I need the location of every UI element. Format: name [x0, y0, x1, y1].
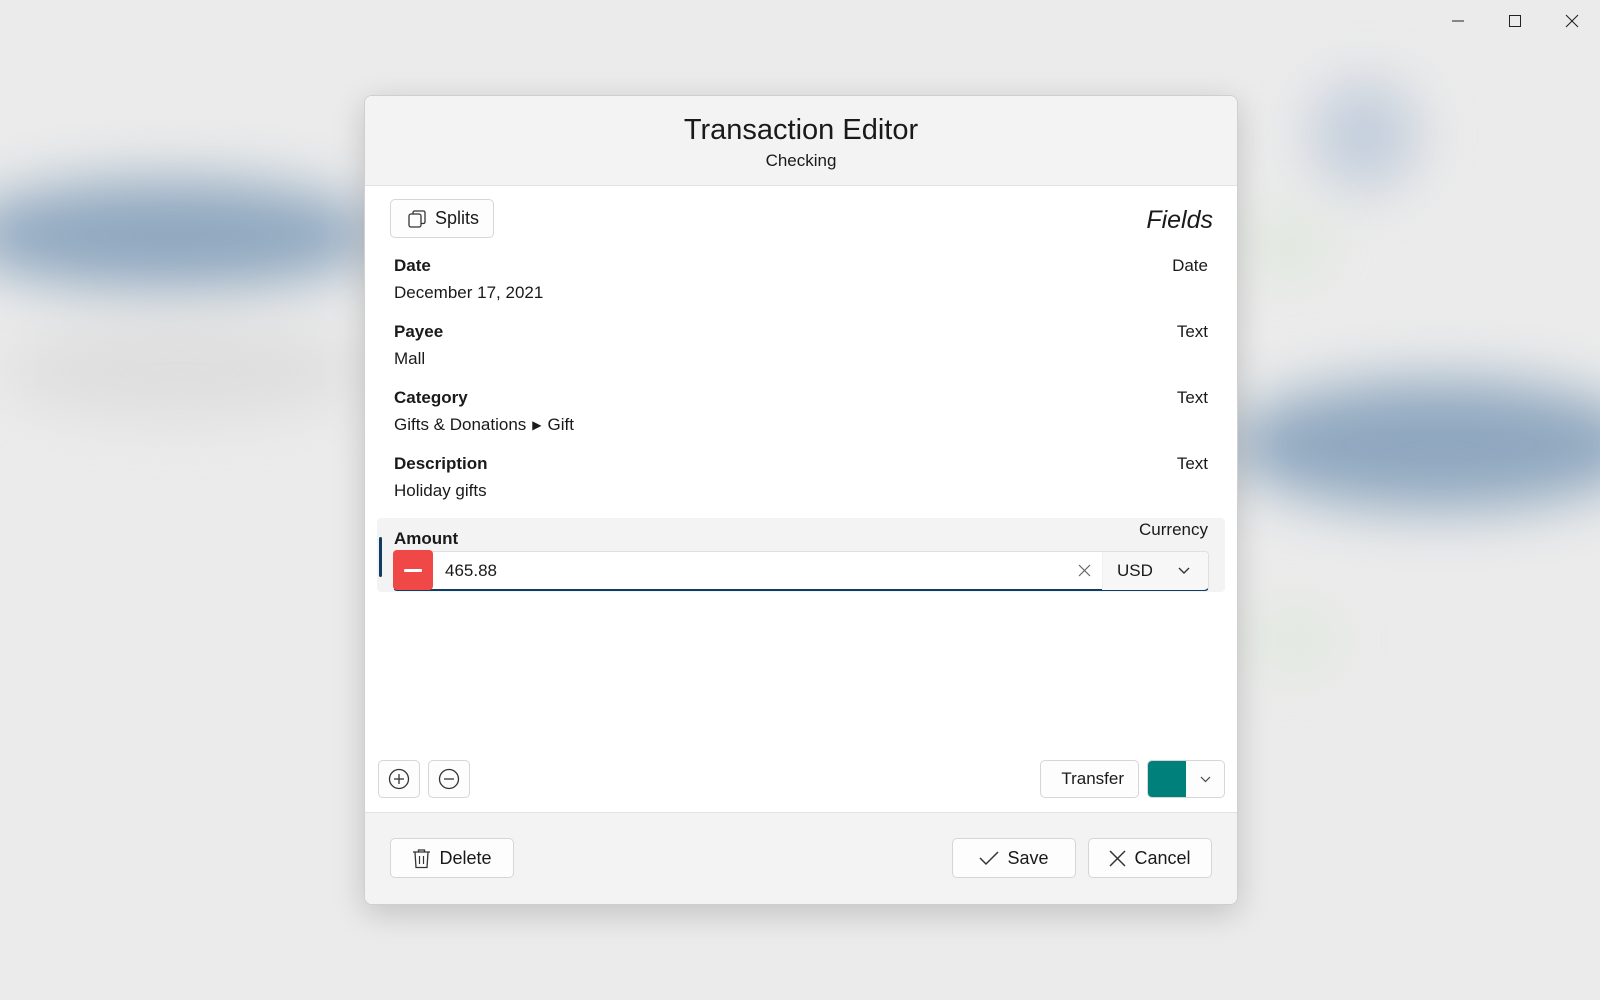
splits-label: Splits [435, 208, 480, 228]
transaction-editor-dialog: Transaction Editor Checking Splits Field… [364, 95, 1238, 905]
amount-input[interactable] [433, 560, 1066, 581]
currency-value: USD [1117, 560, 1153, 580]
field-value-text: Mall [394, 349, 426, 368]
field-label: Payee [394, 322, 444, 341]
account-name: Checking [765, 151, 837, 170]
remove-field-button[interactable] [428, 760, 470, 798]
field-type: Currency [1139, 520, 1208, 539]
add-field-button[interactable] [378, 760, 420, 798]
field-date[interactable]: Date Date December 17, 2021 [377, 254, 1225, 320]
fields-heading: Fields [1146, 206, 1213, 234]
delete-label: Delete [439, 847, 492, 868]
cancel-button[interactable]: Cancel [1088, 838, 1212, 878]
field-type: Text [1176, 388, 1208, 407]
field-description[interactable]: Description Text Holiday gifts [377, 452, 1225, 518]
field-amount: Amount Currency USD [377, 518, 1225, 592]
payee-value[interactable]: Mall [394, 349, 1208, 369]
field-label: Date [394, 256, 431, 275]
window-controls [1429, 0, 1600, 42]
save-label: Save [1007, 847, 1049, 868]
close-icon [1565, 14, 1578, 28]
field-label: Category [394, 388, 468, 407]
negative-sign-toggle[interactable] [393, 550, 433, 590]
date-value[interactable]: December 17, 2021 [394, 283, 1208, 303]
category-parent: Gifts & Donations [394, 415, 527, 434]
minimize-button[interactable] [1429, 0, 1486, 42]
chevron-down-icon [1200, 776, 1210, 782]
cancel-label: Cancel [1134, 847, 1191, 868]
field-toolbar: Transfer [377, 760, 1225, 800]
clear-icon [1078, 564, 1090, 577]
transfer-button[interactable]: Transfer [1040, 760, 1139, 798]
splits-icon [408, 209, 426, 228]
close-icon [1109, 849, 1127, 867]
dialog-header: Transaction Editor Checking [365, 96, 1237, 186]
minimize-icon [1451, 20, 1464, 22]
field-category[interactable]: Category Text Gifts & Donations ▶ Gift [377, 386, 1225, 452]
category-separator-icon: ▶ [532, 418, 542, 432]
plus-circle-icon [388, 768, 410, 790]
selection-indicator [379, 537, 382, 577]
maximize-icon [1508, 15, 1521, 27]
dialog-footer: Delete Save Cancel [365, 812, 1237, 904]
chevron-down-icon [1178, 567, 1190, 574]
save-button[interactable]: Save [952, 838, 1076, 878]
minus-icon [404, 568, 422, 572]
field-label: Description [394, 454, 488, 473]
dialog-body: Splits Fields Date Date December 17, 202… [365, 186, 1237, 814]
description-value[interactable]: Holiday gifts [394, 481, 1208, 501]
field-type: Date [1172, 256, 1208, 275]
trash-icon [413, 848, 431, 868]
field-type: Text [1176, 322, 1208, 341]
checkmark-icon [979, 851, 1000, 866]
color-swatch [1148, 761, 1186, 797]
field-value-text: December 17, 2021 [394, 283, 544, 302]
clear-amount-button[interactable] [1066, 552, 1102, 590]
maximize-button[interactable] [1486, 0, 1543, 42]
close-window-button[interactable] [1543, 0, 1600, 42]
field-payee[interactable]: Payee Text Mall [377, 320, 1225, 386]
field-type: Text [1176, 454, 1208, 473]
currency-dropdown[interactable]: USD [1102, 551, 1208, 590]
amount-editor: USD [393, 550, 1209, 591]
dialog-title: Transaction Editor [683, 114, 919, 146]
delete-button[interactable]: Delete [390, 838, 514, 878]
field-label: Amount [394, 529, 459, 548]
category-value[interactable]: Gifts & Donations ▶ Gift [394, 415, 1208, 435]
field-value-text: Holiday gifts [394, 481, 487, 500]
color-picker[interactable] [1147, 760, 1225, 798]
minus-circle-icon [438, 768, 460, 790]
transfer-label: Transfer [1061, 769, 1124, 788]
splits-button[interactable]: Splits [390, 199, 495, 238]
category-child: Gift [547, 415, 574, 434]
